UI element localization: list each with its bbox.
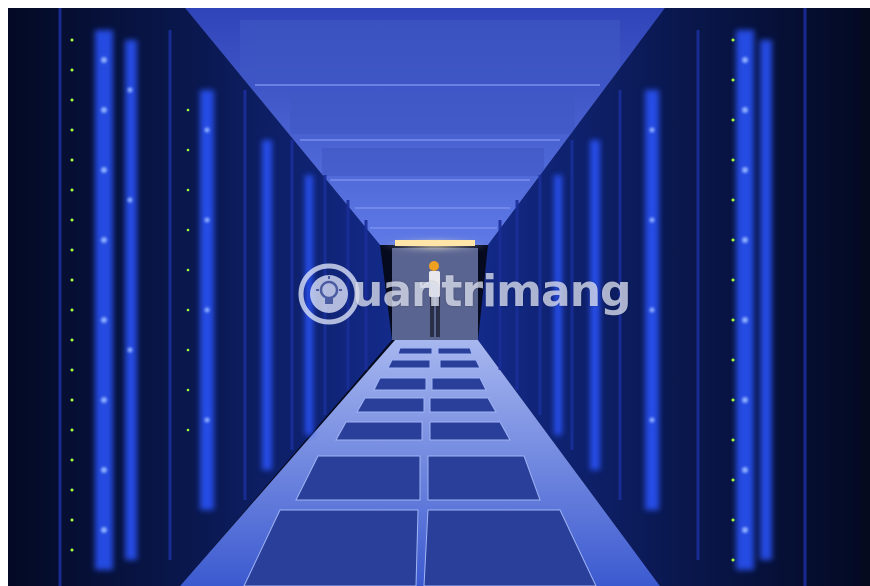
watermark-text: uantrimang [352, 266, 632, 317]
photo-frame: uantrimang [0, 0, 870, 586]
